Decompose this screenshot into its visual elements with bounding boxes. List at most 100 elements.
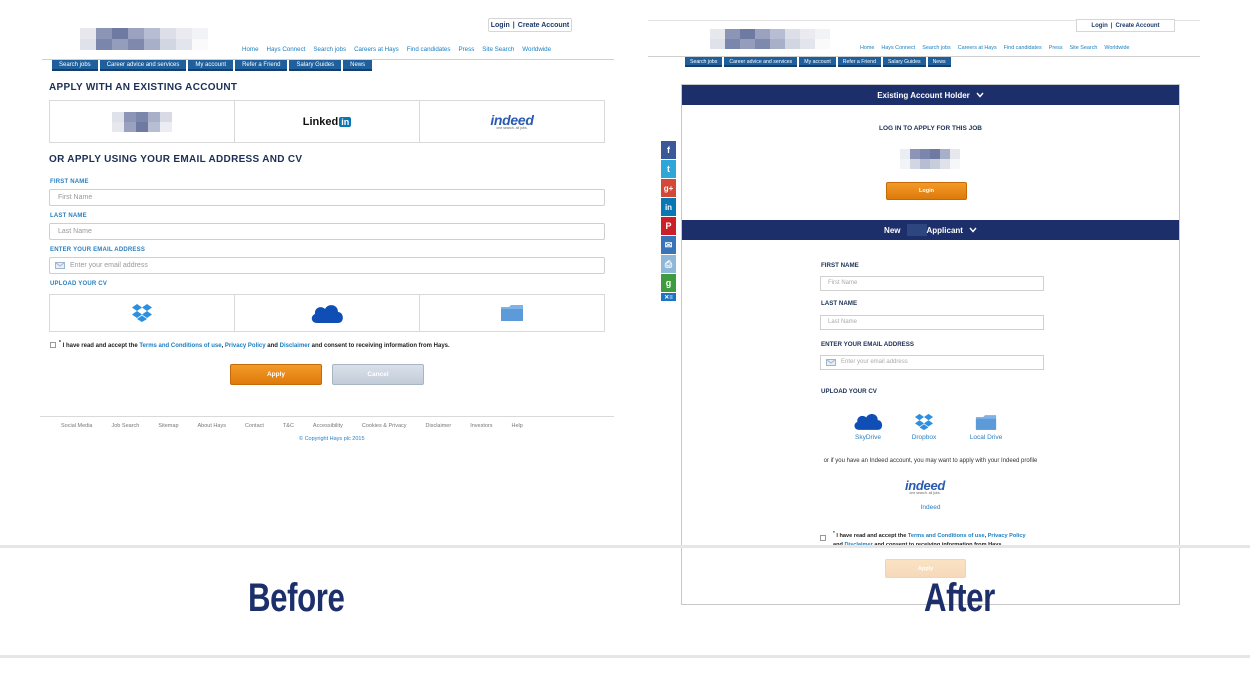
upload-skydrive[interactable] — [235, 295, 420, 331]
nav-hays-connect[interactable]: Hays Connect — [267, 46, 306, 53]
print-icon[interactable]: ⎙ — [661, 255, 676, 273]
panel-edge-right — [1179, 548, 1180, 604]
privacy-link[interactable]: Privacy Policy — [988, 533, 1026, 539]
tab-my-account[interactable]: My account — [188, 60, 234, 71]
auth-separator: | — [512, 21, 515, 29]
nav-press[interactable]: Press — [458, 46, 474, 53]
cv-option-label: Local Drive — [969, 434, 1003, 441]
footer-about[interactable]: About Hays — [198, 423, 226, 429]
chevron-down-icon — [969, 227, 977, 233]
tab-my-account[interactable]: My account — [799, 57, 836, 67]
terms-link[interactable]: Terms and Conditions of use — [908, 533, 985, 539]
main-tabs: Search jobs Career advice and services M… — [685, 57, 951, 67]
footer-social-media[interactable]: Social Media — [61, 423, 93, 429]
terms-prefix: I have read and accept the — [62, 343, 138, 349]
provider-indeed[interactable]: indeed one search. all jobs. — [420, 101, 604, 142]
first-name-input[interactable]: First Name — [49, 189, 605, 206]
nav-search-jobs[interactable]: Search jobs — [313, 46, 346, 53]
nav-site-search[interactable]: Site Search — [482, 46, 514, 53]
provider-linkedin[interactable]: Linked in — [235, 101, 420, 142]
application-panel: Existing Account Holder LOG IN TO APPLY … — [681, 84, 1180, 604]
footer-cookies[interactable]: Cookies & Privacy — [362, 423, 407, 429]
login-link[interactable]: Login — [491, 22, 510, 29]
brand-logo[interactable] — [80, 28, 208, 50]
nav-press[interactable]: Press — [1049, 45, 1063, 51]
create-account-link[interactable]: Create Account — [1115, 23, 1159, 29]
email-icon[interactable]: ✉ — [661, 236, 676, 254]
linkedin-icon[interactable]: in — [661, 198, 676, 216]
share-icon[interactable]: g — [661, 274, 676, 292]
tab-search-jobs[interactable]: Search jobs — [52, 60, 98, 71]
last-name-input[interactable]: Last Name — [820, 315, 1044, 330]
disclaimer-link[interactable]: Disclaimer — [280, 343, 310, 349]
first-name-input[interactable]: First Name — [820, 276, 1044, 291]
new-applicant-bar[interactable]: New Applicant — [682, 220, 1179, 240]
privacy-link[interactable]: Privacy Policy — [225, 343, 266, 349]
nav-careers[interactable]: Careers at Hays — [958, 45, 997, 51]
before-screenshot: Login | Create Account Home Hays Connect… — [0, 0, 625, 545]
tab-refer-friend[interactable]: Refer a Friend — [235, 60, 288, 71]
tab-search-jobs[interactable]: Search jobs — [685, 57, 723, 67]
terms-checkbox[interactable] — [820, 535, 826, 541]
footer-job-search[interactable]: Job Search — [112, 423, 140, 429]
footer-disclaimer[interactable]: Disclaimer — [426, 423, 452, 429]
email-input[interactable]: Enter your email address — [49, 257, 605, 274]
nav-worldwide[interactable]: Worldwide — [522, 46, 551, 53]
tab-salary-guides[interactable]: Salary Guides — [289, 60, 342, 71]
existing-account-bar[interactable]: Existing Account Holder — [682, 85, 1179, 105]
terms-checkbox[interactable] — [50, 341, 56, 348]
email-input[interactable]: Enter your email address — [820, 355, 1044, 370]
top-navigation: Home Hays Connect Search jobs Careers at… — [860, 45, 1129, 51]
nav-home[interactable]: Home — [242, 46, 259, 53]
footer-accessibility[interactable]: Accessibility — [313, 423, 343, 429]
login-link[interactable]: Login — [1091, 23, 1107, 29]
google-plus-icon[interactable]: g+ — [661, 179, 676, 197]
apply-button[interactable]: Apply — [230, 364, 322, 385]
nav-worldwide[interactable]: Worldwide — [1104, 45, 1129, 51]
login-button[interactable]: Login — [886, 182, 967, 200]
tab-salary-guides[interactable]: Salary Guides — [882, 57, 926, 67]
footer-tc[interactable]: T&C — [283, 423, 294, 429]
dropbox-icon — [915, 413, 933, 431]
upload-dropbox[interactable] — [50, 295, 235, 331]
nav-careers[interactable]: Careers at Hays — [354, 46, 399, 53]
cv-option-skydrive[interactable]: SkyDrive — [838, 407, 898, 441]
provider-brand-account[interactable] — [50, 101, 235, 142]
last-name-input[interactable]: Last Name — [49, 223, 605, 240]
cv-option-local-drive[interactable]: Local Drive — [956, 407, 1016, 441]
tab-career-advice[interactable]: Career advice and services — [99, 60, 187, 71]
tab-news[interactable]: News — [343, 60, 373, 71]
footer-contact[interactable]: Contact — [245, 423, 264, 429]
cancel-button[interactable]: Cancel — [332, 364, 424, 385]
terms-checkbox-wrap — [820, 528, 826, 546]
create-account-link[interactable]: Create Account — [518, 22, 569, 29]
tab-news[interactable]: News — [927, 57, 951, 67]
auth-links: Login | Create Account — [488, 18, 572, 32]
nav-site-search[interactable]: Site Search — [1070, 45, 1098, 51]
tab-career-advice[interactable]: Career advice and services — [724, 57, 798, 67]
nav-search-jobs[interactable]: Search jobs — [922, 45, 950, 51]
tab-refer-friend[interactable]: Refer a Friend — [837, 57, 881, 67]
terms-link[interactable]: Terms and Conditions of use — [139, 343, 221, 349]
terms-and: and — [267, 343, 278, 349]
footer-help[interactable]: Help — [512, 423, 523, 429]
caption-band: Apply Before After — [0, 545, 1250, 700]
footer-sitemap[interactable]: Sitemap — [158, 423, 178, 429]
indeed-logo: indeed one search. all jobs. — [490, 113, 534, 131]
brand-logo[interactable] — [710, 29, 830, 49]
upload-local[interactable] — [420, 295, 604, 331]
nav-hays-connect[interactable]: Hays Connect — [881, 45, 915, 51]
pinterest-icon[interactable]: P — [661, 217, 676, 235]
brand-logo-small — [112, 111, 172, 132]
nav-find-candidates[interactable]: Find candidates — [1004, 45, 1042, 51]
indeed-logo[interactable]: indeed one search. all jobs. — [895, 479, 955, 496]
nav-find-candidates[interactable]: Find candidates — [407, 46, 451, 53]
facebook-icon[interactable]: f — [661, 141, 676, 159]
more-icon[interactable]: ✕≡ — [661, 293, 676, 301]
indeed-note: or if you have an Indeed account, you ma… — [823, 458, 1038, 464]
nav-home[interactable]: Home — [860, 45, 874, 51]
cv-option-dropbox[interactable]: Dropbox — [894, 407, 954, 441]
indeed-link[interactable]: Indeed — [682, 504, 1179, 511]
twitter-icon[interactable]: t — [661, 160, 676, 178]
footer-investors[interactable]: Investors — [470, 423, 492, 429]
